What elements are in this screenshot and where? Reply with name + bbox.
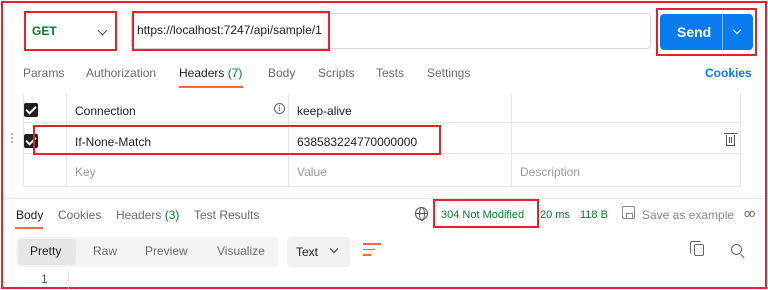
tab-tests[interactable]: Tests [376,66,404,80]
response-tab-test-results[interactable]: Test Results [194,208,259,222]
tab-params[interactable]: Params [23,66,64,80]
view-visualize-button[interactable]: Visualize [217,244,265,258]
header-key[interactable]: If-None-Match [75,135,151,149]
active-tab-indicator [15,227,43,229]
response-tab-cookies[interactable]: Cookies [58,208,101,222]
drag-handle-icon[interactable] [11,133,15,147]
trash-icon[interactable] [724,133,737,146]
editor-gutter [68,270,69,290]
column-divider [511,93,512,187]
value-placeholder[interactable]: Value [297,165,327,179]
format-label: Text [296,245,319,259]
description-placeholder[interactable]: Description [520,165,580,179]
response-tab-body[interactable]: Body [16,208,43,222]
tab-body[interactable]: Body [268,66,295,80]
column-divider [66,93,67,187]
save-as-example-button[interactable]: Save as example [642,208,734,222]
line-number: 1 [41,272,48,286]
send-button[interactable]: Send [660,14,753,50]
tab-settings[interactable]: Settings [427,66,470,80]
view-pretty-button[interactable]: Pretty [30,244,61,258]
response-tab-headers-count: (3) [164,208,180,222]
chevron-down-icon[interactable] [732,25,742,35]
response-tab-headers-label: Headers [116,208,162,222]
status-code[interactable]: 304 Not Modified [441,209,524,221]
wrap-lines-icon[interactable] [363,243,381,259]
active-tab-indicator [179,86,243,88]
tab-headers-label: Headers [179,66,225,80]
search-icon[interactable] [731,244,742,255]
header-checkbox[interactable] [24,103,38,117]
table-row [24,155,742,185]
header-checkbox[interactable] [24,134,38,148]
header-value[interactable]: 638583224770000000 [297,135,417,149]
tab-headers-count: (7) [227,66,243,80]
tab-headers[interactable]: Headers (7) [179,66,242,80]
more-options-icon[interactable]: oo [744,208,755,220]
cookies-link[interactable]: Cookies [705,66,752,80]
tab-scripts[interactable]: Scripts [318,66,355,80]
view-preview-button[interactable]: Preview [145,244,188,258]
response-size[interactable]: 118 B [580,209,608,221]
send-label: Send [677,24,712,40]
tab-authorization[interactable]: Authorization [86,66,156,80]
header-value[interactable]: keep-alive [297,104,352,118]
column-divider [288,93,289,187]
globe-icon[interactable] [415,207,428,221]
save-icon[interactable] [622,206,635,219]
method-label: GET [32,24,57,38]
url-text[interactable]: https://localhost:7247/api/sample/1 [137,23,322,37]
send-divider [722,14,723,50]
response-tab-headers[interactable]: Headers (3) [116,208,179,222]
copy-icon[interactable] [690,241,704,256]
header-key[interactable]: Connection [75,104,136,118]
view-raw-button[interactable]: Raw [93,244,117,258]
method-select[interactable]: GET [24,12,116,50]
info-icon[interactable]: i [274,103,285,114]
key-placeholder[interactable]: Key [75,165,96,179]
response-time[interactable]: 20 ms [540,209,570,221]
section-divider [3,198,763,199]
chevron-down-icon [97,25,108,36]
